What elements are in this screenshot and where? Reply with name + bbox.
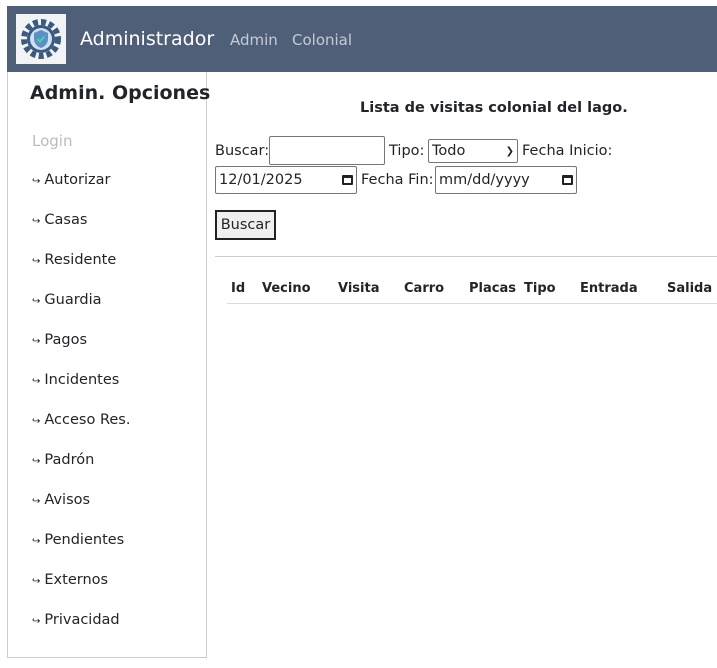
sidebar-item-login[interactable]: Login <box>32 132 72 150</box>
fecha-fin-input[interactable]: mm/dd/yyyy <box>435 166 577 194</box>
sign-in-icon: ↪ <box>32 376 41 387</box>
sidebar-item-label: Casas <box>44 212 88 228</box>
tipo-select[interactable]: Todo ❯ <box>428 139 518 163</box>
sidebar-title: Admin. Opciones <box>30 82 211 104</box>
column-header: Id <box>231 281 246 296</box>
column-header: Placas <box>469 281 516 296</box>
sidebar-item-externos[interactable]: ↪ Externos <box>32 572 108 588</box>
column-header: Tipo <box>524 281 556 296</box>
sign-in-icon: ↪ <box>32 176 41 187</box>
column-header: Vecino <box>262 281 311 296</box>
sidebar-item-avisos[interactable]: ↪ Avisos <box>32 492 90 508</box>
sidebar-item-pagos[interactable]: ↪ Pagos <box>32 332 87 348</box>
sign-in-icon: ↪ <box>32 616 41 627</box>
sidebar-item-privacidad[interactable]: ↪ Privacidad <box>32 612 120 628</box>
fecha-fin-placeholder: mm/dd/yyyy <box>439 172 530 188</box>
sign-in-icon: ↪ <box>32 256 41 267</box>
sidebar-item-autorizar[interactable]: ↪ Autorizar <box>32 172 111 188</box>
page-title: Lista de visitas colonial del lago. <box>360 100 628 116</box>
sidebar-item-label: Guardia <box>44 292 102 308</box>
column-header: Entrada <box>580 281 638 296</box>
fecha-inicio-input[interactable]: 12/01/2025 <box>215 166 357 194</box>
sidebar-item-guardia[interactable]: ↪ Guardia <box>32 292 102 308</box>
sidebar-item-label: Padrón <box>44 452 95 468</box>
sign-in-icon: ↪ <box>32 216 41 227</box>
sidebar-item-casas[interactable]: ↪ Casas <box>32 212 87 228</box>
buscar-label: Buscar: <box>215 143 270 159</box>
logo[interactable] <box>16 14 66 64</box>
navbar: Administrador Admin Colonial <box>7 6 717 72</box>
sidebar-item-label: Externos <box>44 572 109 588</box>
tipo-label: Tipo: <box>389 143 425 159</box>
sidebar-item-label: Avisos <box>44 492 91 508</box>
sidebar-item-label: Autorizar <box>44 172 111 188</box>
sign-in-icon: ↪ <box>32 296 41 307</box>
tipo-value: Todo <box>432 143 466 159</box>
table-header-divider <box>227 303 717 304</box>
sign-in-icon: ↪ <box>32 336 41 347</box>
divider <box>215 256 717 257</box>
sidebar-item-padrn[interactable]: ↪ Padrón <box>32 452 94 468</box>
sign-in-icon: ↪ <box>32 416 41 427</box>
sidebar-item-residente[interactable]: ↪ Residente <box>32 252 116 268</box>
sign-in-icon: ↪ <box>32 536 41 547</box>
brand-title[interactable]: Administrador <box>80 28 214 50</box>
calendar-icon[interactable] <box>342 175 353 185</box>
column-header: Carro <box>404 281 445 296</box>
sidebar-item-label: Incidentes <box>44 372 120 388</box>
buscar-button[interactable]: Buscar <box>215 210 276 240</box>
fecha-inicio-label: Fecha Inicio: <box>522 143 613 159</box>
fecha-fin-label: Fecha Fin: <box>361 172 434 188</box>
column-header: Salida <box>667 281 713 296</box>
sidebar-item-label: Acceso Res. <box>44 412 131 428</box>
sign-in-icon: ↪ <box>32 496 41 507</box>
chevron-down-icon: ❯ <box>505 145 514 157</box>
fecha-inicio-value: 12/01/2025 <box>219 172 303 188</box>
nav-link-colonial[interactable]: Colonial <box>292 31 352 49</box>
column-header: Visita <box>338 281 380 296</box>
nav-link-admin[interactable]: Admin <box>230 31 278 49</box>
sidebar-item-pendientes[interactable]: ↪ Pendientes <box>32 532 124 548</box>
sign-in-icon: ↪ <box>32 456 41 467</box>
sidebar-item-incidentes[interactable]: ↪ Incidentes <box>32 372 119 388</box>
calendar-icon[interactable] <box>562 175 573 185</box>
sign-in-icon: ↪ <box>32 576 41 587</box>
sidebar-item-label: Pagos <box>44 332 87 348</box>
sidebar-item-label: Residente <box>44 252 117 268</box>
sidebar-item-label: Privacidad <box>44 612 120 628</box>
sidebar-item-label: Pendientes <box>44 532 125 548</box>
sidebar-item-accesores[interactable]: ↪ Acceso Res. <box>32 412 130 428</box>
search-input[interactable] <box>269 136 385 165</box>
sidebar: Admin. Opciones Login ↪ Autorizar ↪ Casas ↪ R… <box>7 72 211 658</box>
gear-shield-icon <box>21 19 61 59</box>
